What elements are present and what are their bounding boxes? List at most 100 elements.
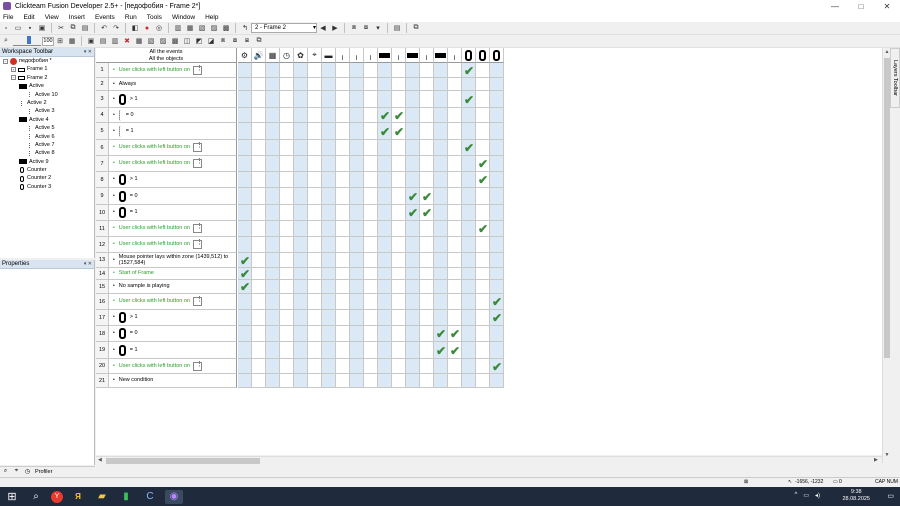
event-row[interactable]: 19 • = 1 bbox=[96, 342, 237, 359]
event-grid-cell[interactable] bbox=[420, 108, 434, 123]
event-grid-cell[interactable] bbox=[406, 280, 420, 294]
menu-window[interactable]: Window bbox=[167, 14, 200, 21]
event-grid-cell[interactable] bbox=[322, 221, 336, 237]
event-grid-cell[interactable] bbox=[336, 374, 350, 388]
event-grid-cell[interactable] bbox=[336, 140, 350, 156]
event-grid-cell[interactable] bbox=[238, 172, 252, 188]
event-grid-cell[interactable] bbox=[490, 326, 504, 342]
tree-item[interactable]: Active 7 bbox=[0, 141, 94, 149]
event-grid-cell[interactable] bbox=[434, 91, 448, 108]
event-grid-cell[interactable] bbox=[378, 342, 392, 359]
event-grid-cell[interactable] bbox=[308, 253, 322, 268]
event-icon-3[interactable]: ▥ bbox=[110, 36, 120, 46]
app-c-icon[interactable]: C bbox=[141, 490, 159, 504]
event-grid-cell[interactable] bbox=[238, 63, 252, 78]
tree-item[interactable]: Active 3 bbox=[0, 107, 94, 115]
event-grid-cell[interactable] bbox=[392, 63, 406, 78]
event-grid-cell[interactable] bbox=[238, 326, 252, 342]
event-grid-cell[interactable] bbox=[350, 326, 364, 342]
event-grid-cell[interactable] bbox=[462, 268, 476, 280]
event-grid-cell[interactable] bbox=[252, 280, 266, 294]
event-grid-cell[interactable] bbox=[434, 78, 448, 91]
event-grid-cell[interactable] bbox=[252, 108, 266, 123]
event-grid-cell[interactable] bbox=[294, 253, 308, 268]
windows-start-icon[interactable]: ⊞ bbox=[3, 490, 21, 504]
event-icon-15[interactable]: ⧉ bbox=[254, 36, 264, 46]
event-grid-cell[interactable] bbox=[238, 294, 252, 310]
checkmark-icon[interactable]: ✔ bbox=[476, 158, 490, 170]
event-grid-cell[interactable] bbox=[294, 156, 308, 172]
event-grid-cell[interactable] bbox=[322, 359, 336, 374]
event-grid-cell[interactable] bbox=[252, 205, 266, 221]
event-grid-cell[interactable] bbox=[378, 326, 392, 342]
event-grid-cell[interactable] bbox=[476, 268, 490, 280]
event-row[interactable]: 8 • > 1 bbox=[96, 172, 237, 188]
event-grid-cell[interactable] bbox=[336, 268, 350, 280]
event-grid-cell[interactable] bbox=[392, 294, 406, 310]
event-condition[interactable]: • User clicks with left button on bbox=[109, 143, 236, 152]
event-grid-cell[interactable] bbox=[266, 280, 280, 294]
event-grid-cell[interactable] bbox=[322, 310, 336, 326]
menu-insert[interactable]: Insert bbox=[64, 14, 90, 21]
event-grid-cell[interactable] bbox=[392, 310, 406, 326]
undo-icon[interactable]: ↶ bbox=[99, 23, 109, 33]
event-grid-cell[interactable] bbox=[350, 91, 364, 108]
event-grid-cell[interactable] bbox=[434, 268, 448, 280]
event-grid-cell[interactable] bbox=[238, 359, 252, 374]
checkmark-icon[interactable]: ✔ bbox=[476, 174, 490, 186]
event-grid-cell[interactable] bbox=[252, 78, 266, 91]
event-grid-cell[interactable] bbox=[392, 268, 406, 280]
event-grid-cell[interactable] bbox=[462, 253, 476, 268]
event-grid-cell[interactable] bbox=[280, 237, 294, 253]
event-grid-cell[interactable] bbox=[476, 205, 490, 221]
checkmark-icon[interactable]: ✔ bbox=[434, 345, 448, 357]
event-grid-cell[interactable] bbox=[420, 374, 434, 388]
event-grid-cell[interactable] bbox=[308, 326, 322, 342]
event-grid-cell[interactable] bbox=[238, 342, 252, 359]
event-grid-cell[interactable] bbox=[252, 326, 266, 342]
event-grid-cell[interactable] bbox=[238, 221, 252, 237]
event-condition[interactable]: • > 1 bbox=[109, 93, 236, 105]
event-grid-cell[interactable] bbox=[322, 156, 336, 172]
event-grid-cell[interactable] bbox=[350, 188, 364, 205]
event-grid-cell[interactable] bbox=[448, 63, 462, 78]
event-grid-cell[interactable] bbox=[280, 221, 294, 237]
checkmark-icon[interactable]: ✔ bbox=[490, 312, 504, 324]
counter-icon[interactable] bbox=[462, 48, 476, 63]
event-grid-cell[interactable] bbox=[322, 78, 336, 91]
event-grid-cell[interactable] bbox=[364, 294, 378, 310]
run-app-icon[interactable]: ⧈ bbox=[349, 23, 359, 33]
event-grid-cell[interactable] bbox=[476, 342, 490, 359]
event-row[interactable]: 11 • User clicks with left button on bbox=[96, 221, 237, 237]
event-grid-cell[interactable] bbox=[364, 91, 378, 108]
event-grid-cell[interactable] bbox=[420, 140, 434, 156]
event-grid-cell[interactable] bbox=[420, 172, 434, 188]
event-grid-cell[interactable] bbox=[294, 326, 308, 342]
checkmark-icon[interactable]: ✔ bbox=[238, 281, 252, 293]
event-grid-cell[interactable] bbox=[434, 140, 448, 156]
event-grid-cell[interactable] bbox=[476, 91, 490, 108]
event-grid-cell[interactable] bbox=[308, 156, 322, 172]
event-grid-cell[interactable] bbox=[322, 63, 336, 78]
event-grid-cell[interactable] bbox=[406, 310, 420, 326]
object-selector-icon[interactable] bbox=[193, 361, 203, 371]
event-grid-cell[interactable] bbox=[476, 78, 490, 91]
event-editor-icon[interactable]: ▧ bbox=[197, 23, 207, 33]
checkmark-icon[interactable]: ✔ bbox=[462, 94, 476, 106]
event-grid-cell[interactable] bbox=[462, 359, 476, 374]
event-condition[interactable]: • User clicks with left button on bbox=[109, 240, 236, 249]
event-grid-cell[interactable] bbox=[294, 268, 308, 280]
event-grid-cell[interactable] bbox=[364, 326, 378, 342]
zoom-level[interactable]: 100 bbox=[42, 36, 54, 46]
event-grid-cell[interactable] bbox=[406, 78, 420, 91]
event-grid-cell[interactable] bbox=[336, 78, 350, 91]
event-grid-cell[interactable] bbox=[308, 237, 322, 253]
event-grid-cell[interactable] bbox=[406, 221, 420, 237]
event-grid-cell[interactable] bbox=[490, 140, 504, 156]
event-grid-cell[interactable] bbox=[490, 342, 504, 359]
event-grid-cell[interactable] bbox=[420, 310, 434, 326]
build-icon[interactable]: ◎ bbox=[154, 23, 164, 33]
event-row[interactable]: 12 • User clicks with left button on bbox=[96, 237, 237, 253]
event-grid-cell[interactable] bbox=[406, 156, 420, 172]
event-grid-cell[interactable] bbox=[392, 156, 406, 172]
